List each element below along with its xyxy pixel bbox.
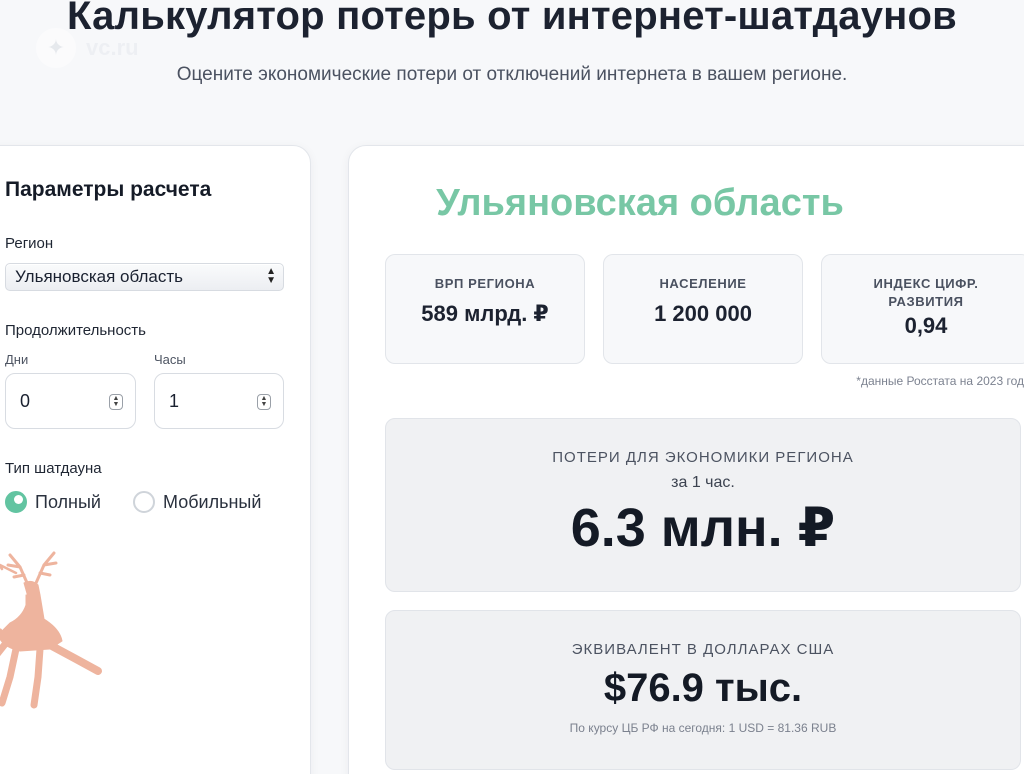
duration-label: Продолжительность [5, 322, 146, 339]
days-input-value: 0 [20, 390, 31, 411]
stat-population-label: НАСЕЛЕНИЕ [659, 276, 747, 291]
usd-card: ЭКВИВАЛЕНТ В ДОЛЛАРАХ США $76.9 тыс. По … [385, 610, 1021, 770]
radio-full-checked-icon[interactable] [5, 491, 27, 513]
region-select-value: Ульяновская область [15, 267, 183, 286]
usd-value: $76.9 тыс. [603, 666, 803, 710]
radio-full-label: Полный [35, 491, 101, 512]
hours-label: Часы [154, 352, 186, 367]
stat-digital-index-label: ИНДЕКС ЦИФР. РАЗВИТИЯ [873, 276, 979, 309]
days-stepper-icon[interactable]: ▲ ▼ [109, 394, 123, 410]
stat-grp-value: 589 млрд. ₽ [421, 301, 549, 326]
exchange-rate-note: По курсу ЦБ РФ на сегодня: 1 USD = 81.36… [569, 721, 837, 735]
usd-label: ЭКВИВАЛЕНТ В ДОЛЛАРАХ США [571, 641, 835, 658]
hours-input[interactable]: 1 ▲ ▼ [154, 373, 284, 429]
shutdown-type-label: Тип шатдауна [5, 460, 102, 477]
radio-full[interactable]: Полный [5, 491, 101, 513]
region-title: Ульяновская область [436, 182, 844, 224]
stat-grp-label: ВРП РЕГИОНА [434, 276, 536, 291]
hours-input-value: 1 [169, 390, 180, 411]
loss-period: за 1 час. [671, 474, 735, 491]
chevron-updown-icon: ▲ ▼ [266, 266, 276, 286]
page-subtitle: Оцените экономические потери от отключен… [176, 64, 848, 85]
parameters-heading: Параметры расчета [5, 178, 212, 201]
days-input[interactable]: 0 ▲ ▼ [5, 373, 136, 429]
loss-label: ПОТЕРИ ДЛЯ ЭКОНОМИКИ РЕГИОНА [552, 449, 854, 466]
stat-card-population: НАСЕЛЕНИЕ 1 200 000 [603, 254, 803, 364]
page: ✦ vc.ru Калькулятор потерь от интернет-ш… [0, 0, 1024, 774]
days-label: Дни [5, 352, 29, 367]
stat-population-value: 1 200 000 [654, 301, 752, 326]
radio-mobile-unchecked-icon[interactable] [133, 491, 155, 513]
loss-card: ПОТЕРИ ДЛЯ ЭКОНОМИКИ РЕГИОНА за 1 час. 6… [385, 418, 1021, 592]
radio-mobile[interactable]: Мобильный [133, 491, 261, 513]
data-source-footnote: *данные Росстата на 2023 год [856, 374, 1024, 388]
region-label: Регион [5, 235, 54, 252]
stat-card-grp: ВРП РЕГИОНА 589 млрд. ₽ [385, 254, 585, 364]
loss-value: 6.3 млн. ₽ [570, 498, 836, 558]
stat-digital-index-value: 0,94 [904, 313, 948, 338]
deer-emblem-icon [0, 551, 102, 709]
hours-stepper-icon[interactable]: ▲ ▼ [257, 394, 271, 410]
stat-card-digital-index: ИНДЕКС ЦИФР. РАЗВИТИЯ 0,94 [821, 254, 1024, 364]
region-select[interactable]: Ульяновская область ▲ ▼ [5, 263, 284, 291]
radio-mobile-label: Мобильный [163, 491, 262, 512]
page-title: Калькулятор потерь от интернет-шатдаунов [67, 0, 957, 38]
